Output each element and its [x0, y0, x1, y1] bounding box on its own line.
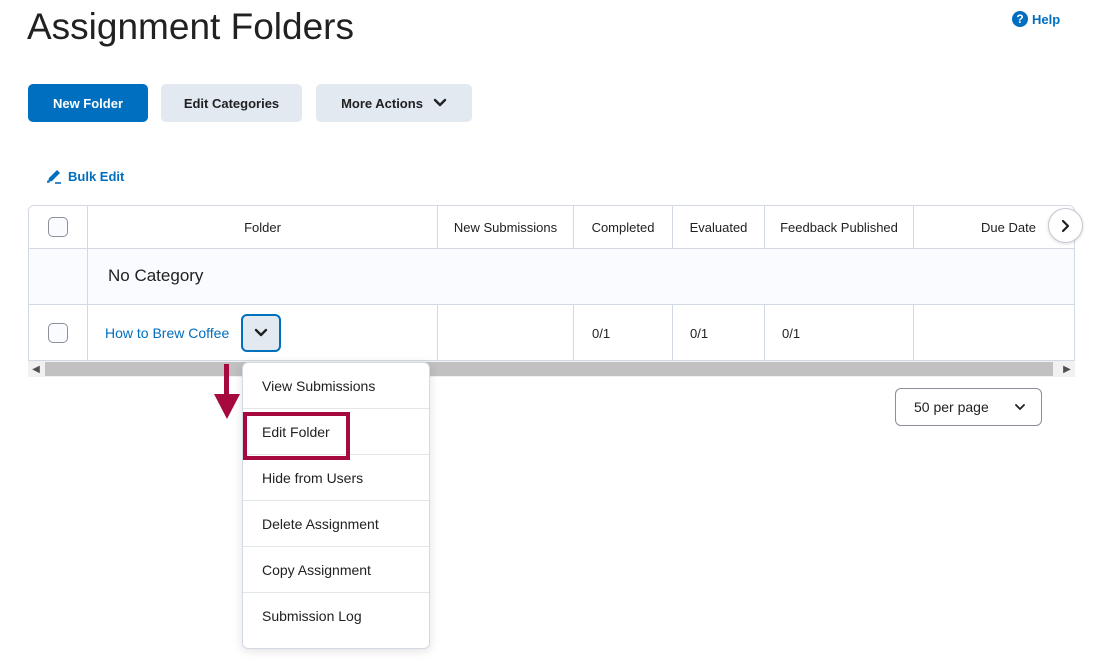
help-link[interactable]: ? Help [1012, 11, 1060, 27]
menu-item-copy-assignment[interactable]: Copy Assignment [243, 547, 429, 593]
chevron-right-icon [1061, 219, 1069, 232]
new-folder-button[interactable]: New Folder [28, 84, 148, 122]
completed-cell: 0/1 [574, 305, 673, 360]
evaluated-cell: 0/1 [673, 305, 765, 360]
chevron-down-icon [254, 328, 268, 337]
menu-item-edit-folder[interactable]: Edit Folder [243, 409, 429, 455]
more-actions-button[interactable]: More Actions [316, 84, 472, 122]
question-circle-icon: ? [1012, 11, 1028, 27]
scroll-left-arrow-icon[interactable]: ◀ [28, 361, 44, 377]
header-evaluated[interactable]: Evaluated [673, 206, 765, 249]
menu-item-label: View Submissions [262, 377, 376, 394]
page-title: Assignment Folders [27, 6, 354, 47]
per-page-select[interactable]: 50 per page [895, 388, 1042, 426]
bulk-edit-label: Bulk Edit [68, 168, 125, 184]
down-arrow-annotation-icon [214, 364, 240, 419]
edit-categories-label: Edit Categories [183, 95, 280, 111]
pencil-icon [47, 170, 61, 184]
select-all-checkbox[interactable] [48, 217, 68, 237]
folder-link[interactable]: How to Brew Coffee [105, 325, 229, 341]
folders-table: Folder New Submissions Completed Evaluat… [28, 205, 1075, 361]
edit-categories-button[interactable]: Edit Categories [161, 84, 302, 122]
menu-item-label: Edit Folder [262, 423, 330, 440]
menu-item-label: Hide from Users [262, 469, 364, 486]
new-folder-label: New Folder [52, 95, 124, 111]
bulk-edit-link[interactable]: Bulk Edit [45, 167, 124, 185]
menu-item-delete-assignment[interactable]: Delete Assignment [243, 501, 429, 547]
folder-context-menu: View Submissions Edit Folder Hide from U… [242, 362, 430, 649]
chevron-down-icon [433, 98, 447, 107]
scroll-right-arrow-icon[interactable]: ▶ [1059, 361, 1075, 377]
menu-item-label: Submission Log [262, 608, 362, 624]
menu-item-submission-log[interactable]: Submission Log [243, 593, 429, 639]
scrollbar-thumb[interactable] [45, 362, 1053, 376]
completed-value[interactable]: 0/1 [592, 326, 610, 341]
more-actions-label: More Actions [341, 95, 423, 111]
help-label: Help [1032, 11, 1061, 27]
feedback-published-value[interactable]: 0/1 [782, 326, 800, 341]
header-folder-label: Folder [244, 219, 281, 235]
chevron-down-icon [1015, 404, 1025, 410]
row-checkbox[interactable] [48, 323, 68, 343]
menu-item-view-submissions[interactable]: View Submissions [243, 363, 429, 409]
header-folder[interactable]: Folder [88, 206, 438, 249]
evaluated-value[interactable]: 0/1 [690, 326, 708, 341]
header-new-submissions-label: New Submissions [453, 219, 558, 235]
header-feedback-published[interactable]: Feedback Published [765, 206, 914, 249]
row-select-cell [29, 305, 88, 360]
feedback-published-cell: 0/1 [765, 305, 914, 360]
new-submissions-cell [438, 305, 574, 360]
horizontal-scrollbar[interactable]: ◀ ▶ [28, 361, 1075, 377]
per-page-value: 50 per page [914, 399, 989, 415]
header-completed[interactable]: Completed [574, 206, 673, 249]
category-row: No Category [29, 249, 1074, 305]
header-evaluated-label: Evaluated [689, 219, 748, 235]
scroll-right-button[interactable] [1048, 208, 1083, 243]
header-completed-label: Completed [591, 219, 655, 235]
menu-item-label: Copy Assignment [262, 561, 371, 578]
folder-context-menu-button[interactable] [241, 314, 281, 352]
select-all-cell [29, 206, 88, 249]
due-date-cell [914, 305, 1074, 360]
menu-item-hide-from-users[interactable]: Hide from Users [243, 455, 429, 501]
menu-item-label: Delete Assignment [262, 515, 379, 532]
category-label: No Category [108, 266, 204, 285]
header-new-submissions[interactable]: New Submissions [438, 206, 574, 249]
header-feedback-published-label: Feedback Published [780, 219, 898, 235]
header-due-date-label: Due Date [981, 219, 1036, 235]
